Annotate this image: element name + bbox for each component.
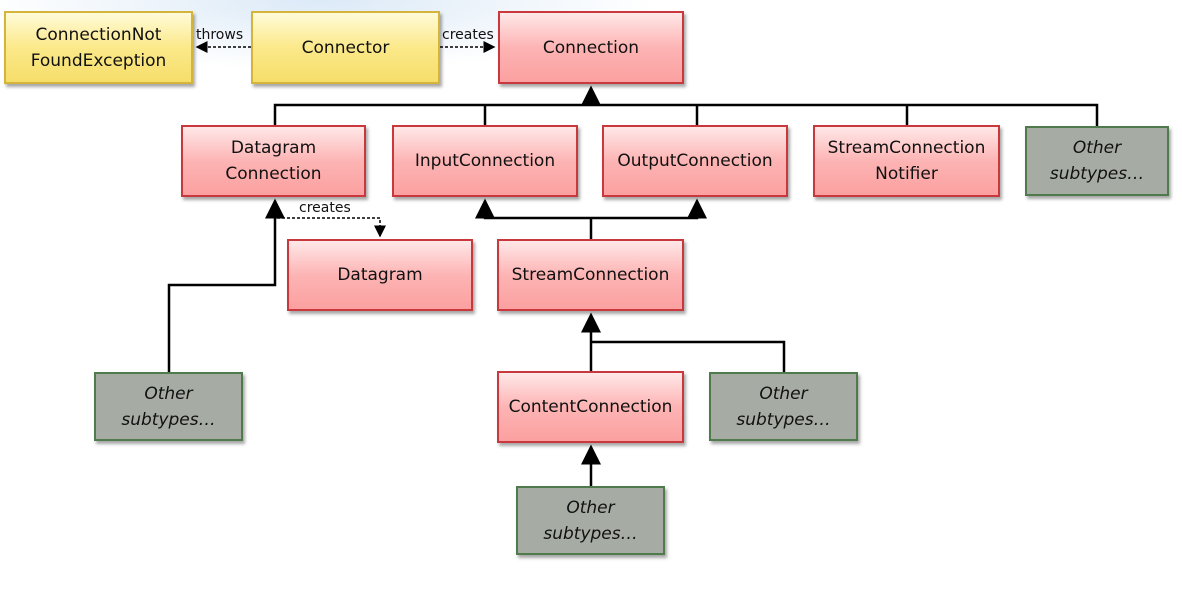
creates-datagram-label: creates	[299, 200, 351, 216]
node-other-subtypes: Other subtypes…	[1025, 126, 1169, 196]
node-datagram-connection: Datagram Connection	[181, 125, 366, 197]
node-datagram: Datagram	[287, 239, 473, 311]
node-connector: Connector	[251, 11, 440, 84]
node-connection-not-found-exception: ConnectionNot FoundException	[4, 11, 193, 84]
node-connection: Connection	[498, 11, 684, 84]
node-other-subtypes: Other subtypes…	[709, 372, 858, 441]
node-stream-connection-notifier: StreamConnection Notifier	[813, 125, 1000, 197]
node-stream-connection: StreamConnection	[497, 239, 684, 311]
throws-label: throws	[196, 27, 244, 43]
node-output-connection: OutputConnection	[602, 125, 788, 197]
node-other-subtypes: Other subtypes…	[94, 372, 243, 441]
node-input-connection: InputConnection	[392, 125, 578, 197]
node-content-connection: ContentConnection	[497, 371, 684, 443]
creates-connection-label: creates	[442, 27, 494, 43]
node-other-subtypes: Other subtypes…	[516, 486, 665, 555]
